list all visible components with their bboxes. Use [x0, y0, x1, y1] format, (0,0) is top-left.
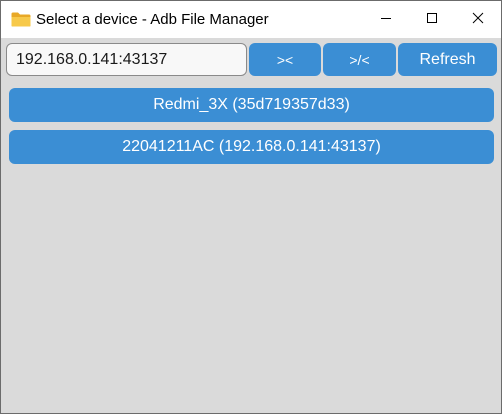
window-title: Select a device - Adb File Manager: [36, 11, 269, 28]
disconnect-button[interactable]: >/<: [323, 43, 396, 76]
device-list: Redmi_3X (35d719357d33) 22041211AC (192.…: [9, 88, 495, 172]
close-icon: [472, 11, 484, 29]
device-address-input[interactable]: [6, 43, 247, 76]
device-selector-panel: >< >/< Refresh Redmi_3X (35d719357d33) 2…: [1, 39, 501, 413]
refresh-button[interactable]: Refresh: [398, 43, 497, 76]
minimize-button[interactable]: [363, 1, 409, 38]
title-bar[interactable]: Select a device - Adb File Manager: [1, 1, 501, 38]
close-button[interactable]: [455, 1, 501, 38]
device-item[interactable]: Redmi_3X (35d719357d33): [9, 88, 494, 122]
device-item[interactable]: 22041211AC (192.168.0.141:43137): [9, 130, 494, 164]
maximize-icon: [426, 11, 438, 29]
folder-icon: [11, 12, 31, 27]
maximize-button[interactable]: [409, 1, 455, 38]
connect-button[interactable]: ><: [249, 43, 321, 76]
minimize-icon: [380, 11, 392, 29]
app-window: Select a device - Adb File Manager >< >/…: [0, 0, 502, 414]
